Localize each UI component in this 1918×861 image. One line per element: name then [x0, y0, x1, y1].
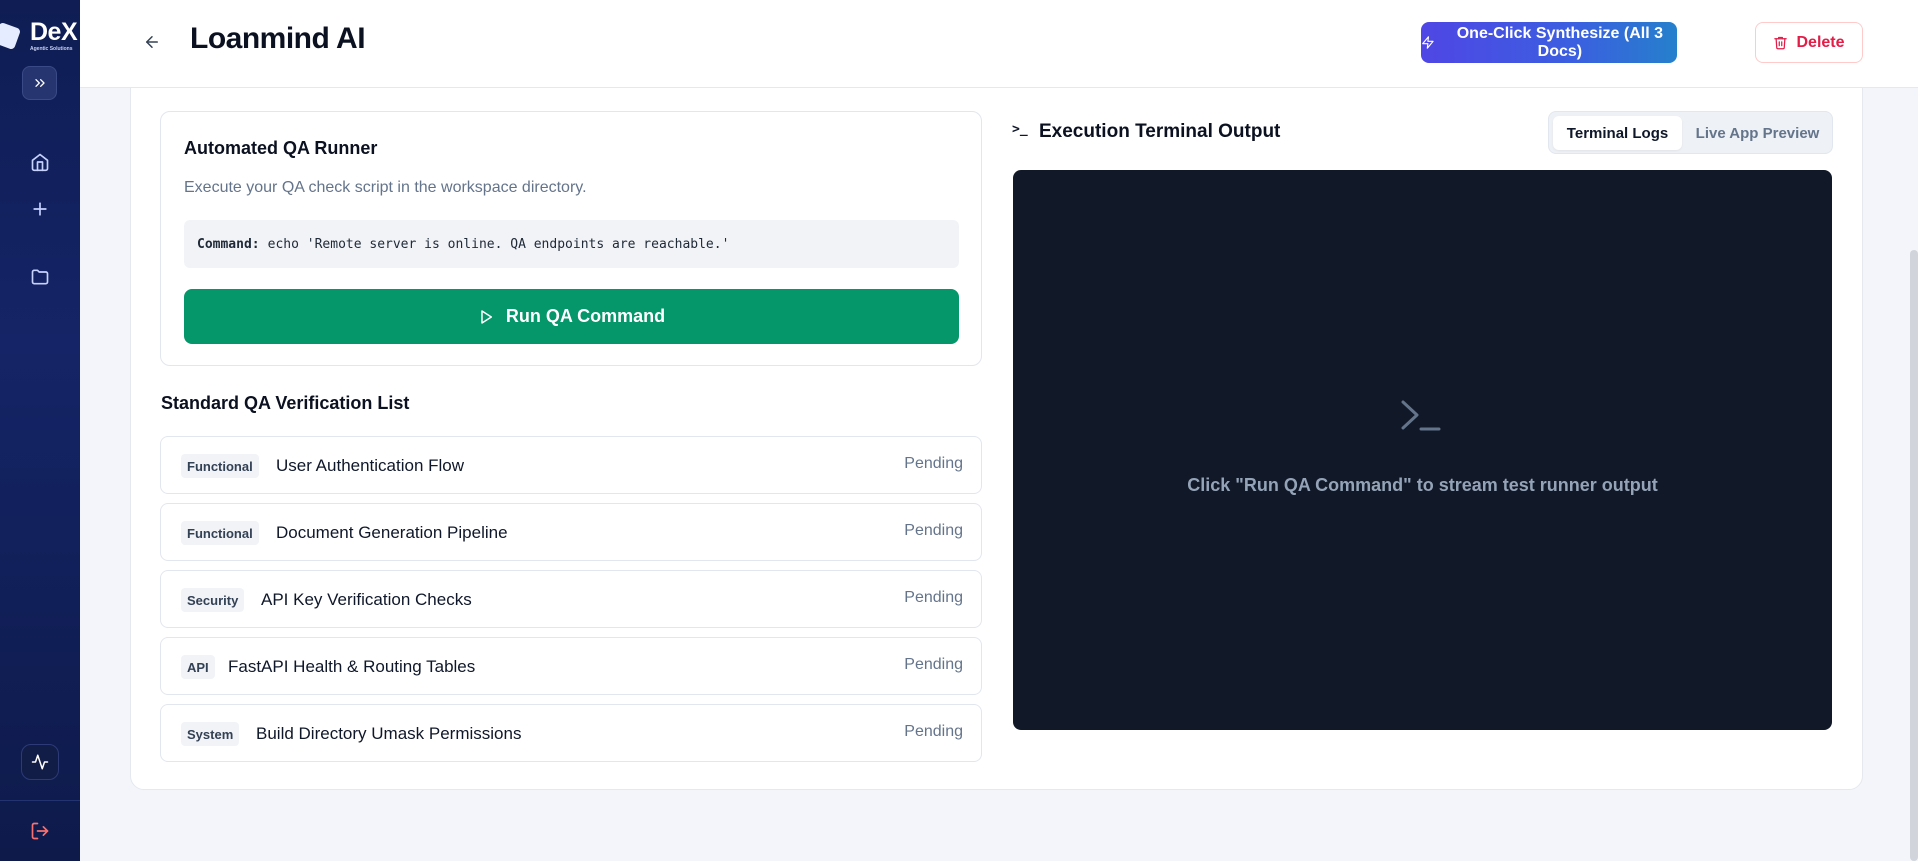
command-label: Command: [197, 236, 260, 252]
status-text: Pending [904, 455, 963, 472]
trash-icon [1774, 36, 1788, 50]
page-scrollbar[interactable] [1910, 250, 1918, 861]
terminal-title: Execution Terminal Output [1039, 121, 1281, 142]
list-item: Functional User Authentication Flow Pend… [160, 436, 982, 494]
command-value: echo 'Remote server is online. QA endpoi… [267, 236, 730, 252]
category-badge: Functional [181, 521, 259, 545]
terminal-output: Click "Run QA Command" to stream test ru… [1013, 170, 1832, 730]
activity-icon [31, 754, 49, 770]
qa-runner-description: Execute your QA check script in the work… [184, 179, 587, 196]
logo-subtitle: Agentic Solutions [30, 46, 73, 52]
home-icon [31, 153, 49, 172]
list-item: Functional Document Generation Pipeline … [160, 503, 982, 561]
nav-folder[interactable] [24, 261, 56, 293]
delete-label: Delete [1796, 33, 1845, 51]
item-label: Document Generation Pipeline [276, 523, 508, 542]
list-item: Security API Key Verification Checks Pen… [160, 570, 982, 628]
zap-icon [1422, 36, 1434, 49]
item-label: Build Directory Umask Permissions [256, 724, 522, 743]
terminal-tabs: Terminal Logs Live App Preview [1548, 111, 1833, 154]
item-label: User Authentication Flow [276, 456, 465, 475]
category-badge: API [181, 655, 215, 679]
top-header: Loanmind AI One-Click Synthesize (All 3 … [80, 0, 1918, 88]
status-text: Pending [904, 723, 963, 740]
category-badge: System [181, 722, 240, 746]
sidebar-divider [0, 800, 80, 801]
logo-text: DeX [30, 18, 78, 46]
item-label: API Key Verification Checks [261, 590, 472, 609]
command-display: Command: echo 'Remote server is online. … [184, 220, 959, 268]
synthesize-label: One-Click Synthesize (All 3 Docs) [1456, 24, 1664, 60]
page-title: Loanmind AI [190, 22, 366, 55]
terminal-placeholder: Click "Run QA Command" to stream test ru… [1187, 475, 1658, 495]
list-item: API FastAPI Health & Routing Tables Pend… [160, 637, 982, 695]
list-item: System Build Directory Umask Permissions… [160, 704, 982, 762]
logo: DeX Agentic Solutions [0, 18, 80, 54]
qa-runner-card: Automated QA Runner Execute your QA chec… [160, 111, 982, 366]
run-qa-command-button[interactable]: Run QA Command [184, 289, 959, 344]
status-text: Pending [904, 656, 963, 673]
activity-button[interactable] [21, 744, 59, 780]
category-badge: Security [181, 588, 245, 612]
item-label: FastAPI Health & Routing Tables [228, 657, 476, 676]
play-icon [481, 309, 492, 324]
arrow-left-icon [146, 36, 158, 48]
status-text: Pending [904, 522, 963, 539]
category-badge: Functional [181, 454, 259, 478]
back-button[interactable] [140, 30, 164, 54]
logout-button[interactable] [24, 815, 56, 847]
chevrons-right-icon [34, 79, 45, 87]
logout-icon [31, 822, 49, 840]
tab-terminal-logs[interactable]: Terminal Logs [1553, 116, 1682, 150]
folder-icon [31, 269, 49, 285]
status-text: Pending [904, 589, 963, 606]
synthesize-button[interactable]: One-Click Synthesize (All 3 Docs) [1421, 22, 1677, 63]
qa-runner-title: Automated QA Runner [184, 138, 378, 158]
delete-button[interactable]: Delete [1755, 22, 1863, 63]
tab-live-app-preview[interactable]: Live App Preview [1685, 116, 1830, 150]
nav-new[interactable] [24, 193, 56, 225]
terminal-prompt-icon [1401, 400, 1441, 431]
plus-icon [33, 202, 47, 216]
verification-list-title: Standard QA Verification List [161, 393, 410, 413]
expand-sidebar-button[interactable] [22, 66, 57, 100]
nav-home[interactable] [24, 146, 56, 178]
terminal-icon: >_ [1012, 122, 1028, 137]
run-qa-command-label: Run QA Command [505, 306, 666, 326]
sidebar: DeX Agentic Solutions [0, 0, 80, 861]
logo-mark-icon [0, 21, 22, 51]
